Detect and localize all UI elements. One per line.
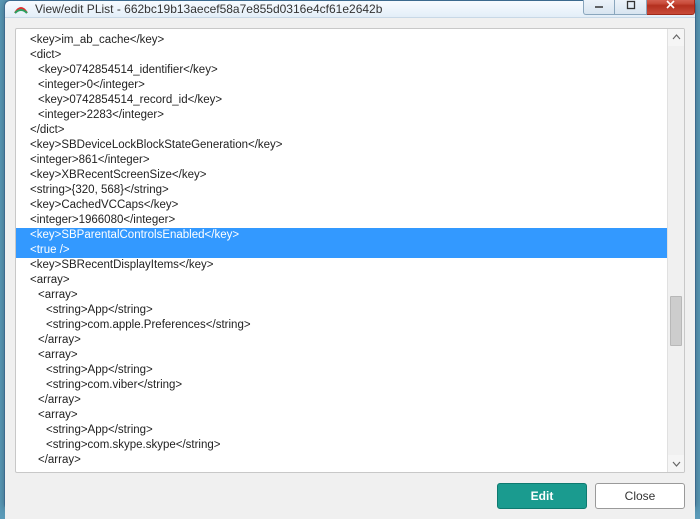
close-button[interactable]: Close <box>595 483 685 509</box>
app-icon <box>13 1 29 17</box>
minimize-button[interactable] <box>583 0 615 15</box>
plist-line[interactable]: <integer>2283</integer> <box>16 108 684 123</box>
plist-line[interactable]: </array> <box>16 333 684 348</box>
window-close-button[interactable] <box>647 0 695 15</box>
plist-line[interactable]: <true /> <box>16 243 684 258</box>
scroll-thumb[interactable] <box>670 296 682 346</box>
plist-line[interactable]: <array> <box>16 408 684 423</box>
plist-line[interactable]: <array> <box>16 348 684 363</box>
plist-content[interactable]: <key>im_ab_cache</key><dict><key>0742854… <box>16 29 684 472</box>
plist-line[interactable]: <string>App</string> <box>16 303 684 318</box>
plist-line[interactable]: <string>com.skype.skype</string> <box>16 438 684 453</box>
plist-line[interactable]: <key>CachedVCCaps</key> <box>16 198 684 213</box>
plist-line[interactable]: </array> <box>16 393 684 408</box>
window-title: View/edit PList - 662bc19b13aecef58a7e85… <box>35 2 583 16</box>
plist-line[interactable]: <array> <box>16 288 684 303</box>
plist-line[interactable]: <key>SBDeviceLockBlockStateGeneration</k… <box>16 138 684 153</box>
maximize-button[interactable] <box>615 0 647 15</box>
plist-text-panel: <key>im_ab_cache</key><dict><key>0742854… <box>15 28 685 473</box>
plist-line[interactable]: <key>0742854514_record_id</key> <box>16 93 684 108</box>
plist-line[interactable]: <key>SBRecentDisplayItems</key> <box>16 258 684 273</box>
scroll-down-button[interactable] <box>668 455 684 472</box>
titlebar[interactable]: View/edit PList - 662bc19b13aecef58a7e85… <box>5 1 695 18</box>
plist-line[interactable]: </dict> <box>16 123 684 138</box>
window-controls <box>583 0 695 15</box>
scroll-track[interactable] <box>668 46 684 455</box>
close-icon <box>665 0 676 10</box>
plist-line[interactable]: <string>App</string> <box>16 423 684 438</box>
scroll-up-button[interactable] <box>668 29 684 46</box>
edit-button[interactable]: Edit <box>497 483 587 509</box>
plist-line[interactable]: <integer>0</integer> <box>16 78 684 93</box>
plist-line[interactable]: <integer>1966080</integer> <box>16 213 684 228</box>
maximize-icon <box>626 0 636 10</box>
plist-line[interactable]: <string>App</string> <box>16 363 684 378</box>
plist-line[interactable]: <key>0742854514_identifier</key> <box>16 63 684 78</box>
plist-line[interactable]: <key>XBRecentScreenSize</key> <box>16 168 684 183</box>
chevron-down-icon <box>672 459 681 468</box>
dialog-buttons: Edit Close <box>15 473 685 509</box>
client-area: <key>im_ab_cache</key><dict><key>0742854… <box>5 18 695 519</box>
minimize-icon <box>594 0 604 10</box>
plist-line[interactable]: <array> <box>16 273 684 288</box>
chevron-up-icon <box>672 33 681 42</box>
plist-line[interactable]: <string>com.viber</string> <box>16 378 684 393</box>
dialog-window: View/edit PList - 662bc19b13aecef58a7e85… <box>4 0 696 510</box>
vertical-scrollbar[interactable] <box>667 29 684 472</box>
plist-line[interactable]: <key>SBParentalControlsEnabled</key> <box>16 228 684 243</box>
plist-line[interactable]: <key>im_ab_cache</key> <box>16 33 684 48</box>
plist-line[interactable]: <integer>861</integer> <box>16 153 684 168</box>
plist-line[interactable]: </array> <box>16 453 684 468</box>
plist-line[interactable]: <string>com.apple.Preferences</string> <box>16 318 684 333</box>
plist-line[interactable]: <string>{320, 568}</string> <box>16 183 684 198</box>
plist-line[interactable]: <dict> <box>16 48 684 63</box>
